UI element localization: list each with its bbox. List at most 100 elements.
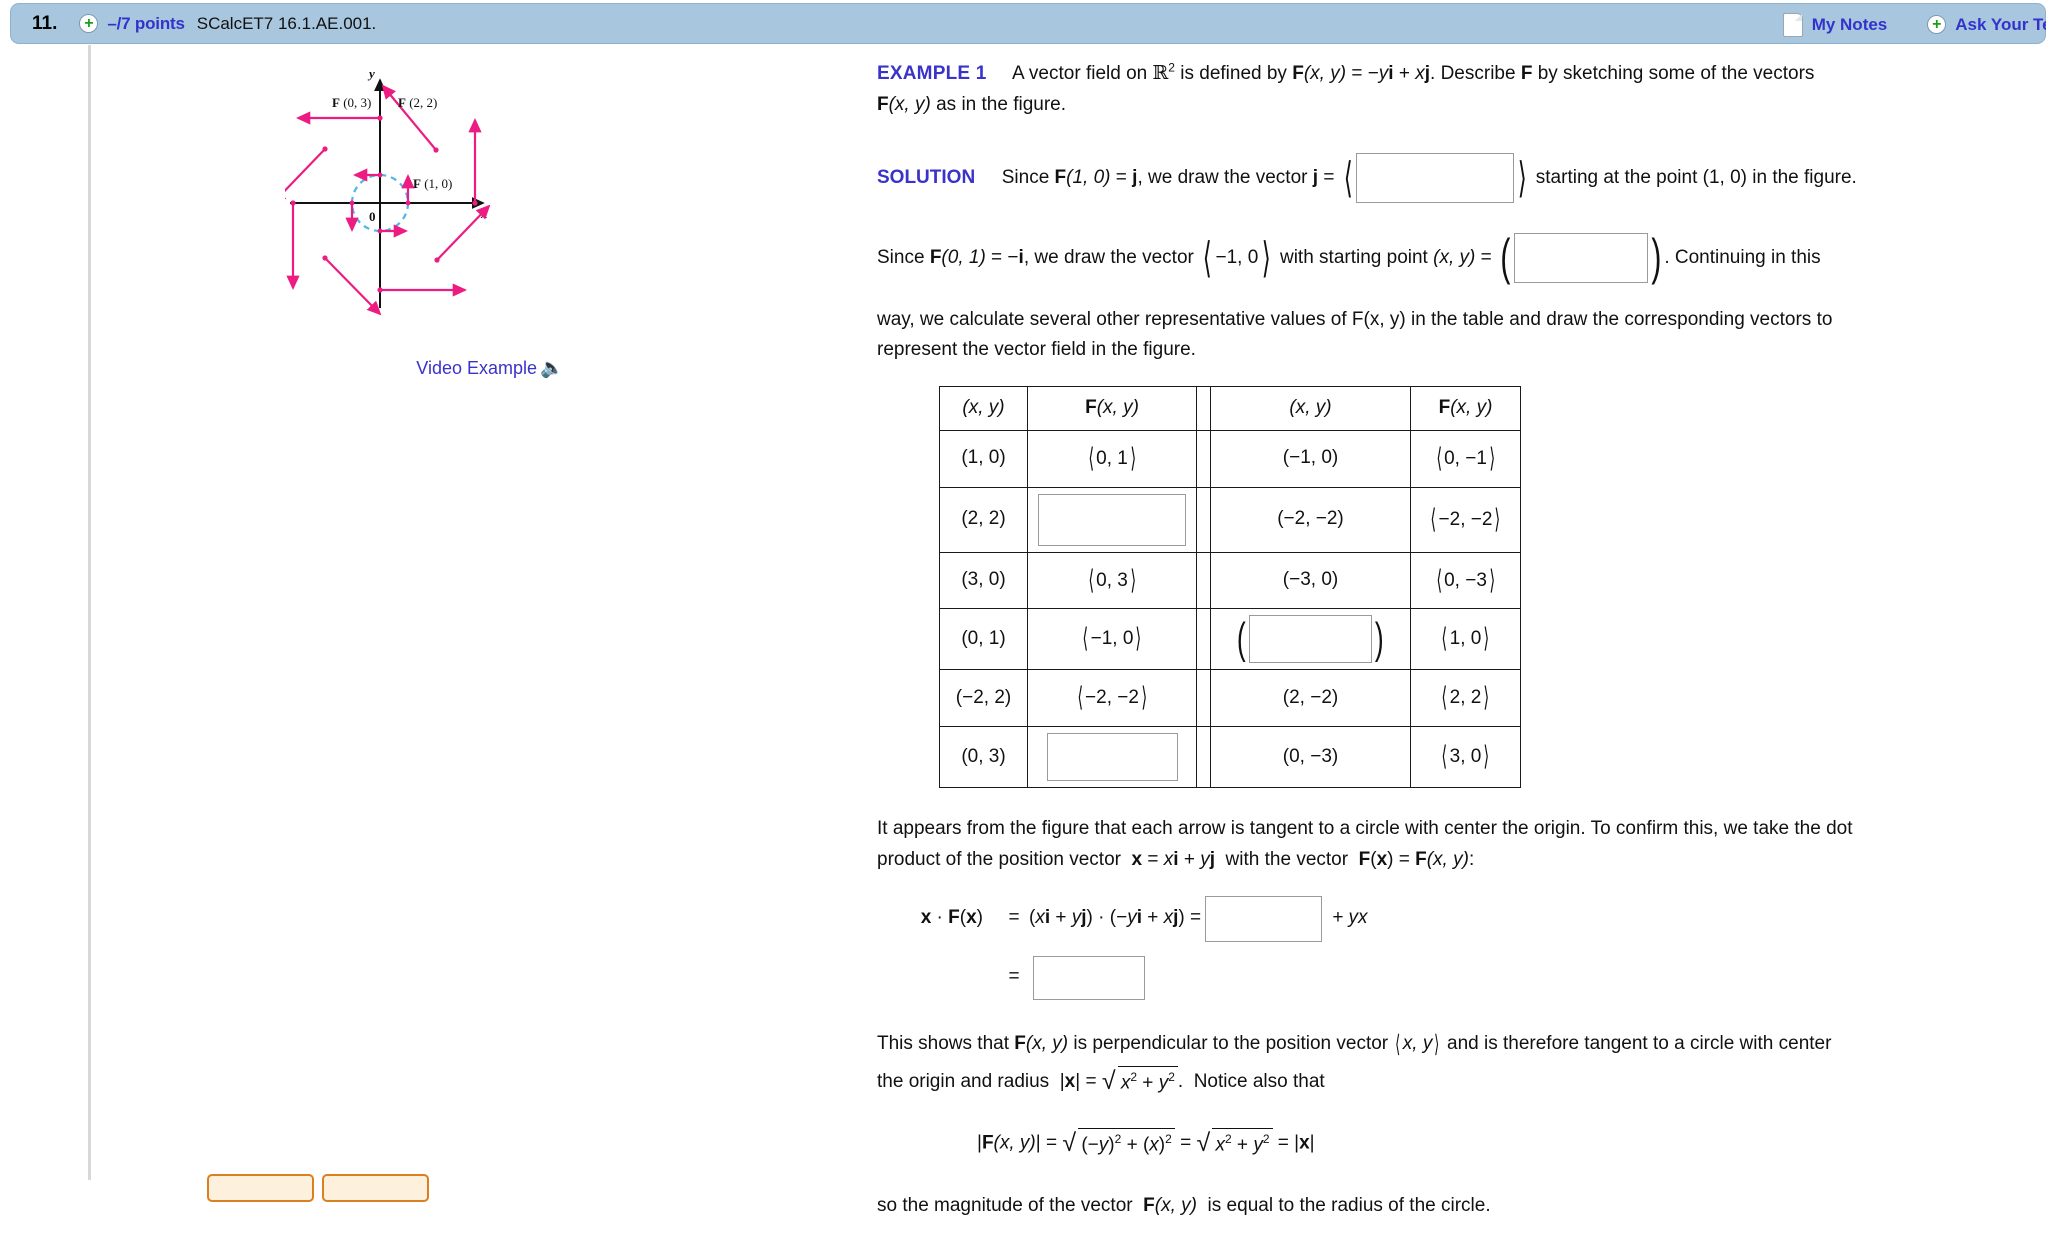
- right-angle-bracket: ⟩: [1518, 162, 1527, 194]
- points-label: –/7 points: [107, 14, 184, 34]
- point-dot: [472, 200, 477, 205]
- cell-xy2: (2, −2): [1211, 670, 1411, 727]
- video-example-link[interactable]: Video Example 🔈: [285, 358, 695, 379]
- cell-xy1: (1, 0): [940, 430, 1028, 487]
- eq1-lead: x · F(x): [877, 903, 999, 934]
- label-F-2-2: F (2, 2): [398, 95, 437, 110]
- header-f-2: F(x, y): [1411, 387, 1521, 431]
- question-header-bar: 11. + –/7 points SCalcET7 16.1.AE.001. M…: [10, 3, 2046, 44]
- solution-text-c: we draw the vector: [1143, 167, 1313, 188]
- right-angle-bracket: ⟩: [1262, 242, 1271, 274]
- solution-paragraph-2: Since F(0, 1) = −i, we draw the vector ⟨…: [877, 233, 2037, 283]
- cell-xy2: (−3, 0): [1211, 552, 1411, 609]
- cell-f1: ⟨−2, −2⟩: [1028, 670, 1197, 727]
- answer-input-j-vector[interactable]: [1356, 153, 1514, 203]
- ask-your-teacher-link[interactable]: Ask Your Teacher: [1955, 15, 2046, 35]
- cell-f1: ⟨0, 3⟩: [1028, 552, 1197, 609]
- solution3-line2: represent the vector field in the figure…: [877, 339, 1196, 360]
- solution2-text-e: with starting point: [1275, 247, 1433, 268]
- example-text-b: is defined by: [1175, 63, 1292, 84]
- cell-xy1: (3, 0): [940, 552, 1028, 609]
- left-angle-bracket: ⟨: [1396, 1026, 1401, 1065]
- cell-f2: ⟨3, 0⟩: [1411, 727, 1521, 788]
- point-dot: [433, 147, 438, 152]
- sqrt-neg-y-squared: (−y)2 + (x)2: [1062, 1126, 1174, 1161]
- conclusion-paragraph-3: so the magnitude of the vector F(x, y) i…: [877, 1191, 2037, 1222]
- answer-input-F-0-3[interactable]: [1047, 733, 1178, 781]
- cell-f1-input: [1028, 727, 1197, 788]
- conclusion2-a: This shows that: [877, 1033, 1014, 1054]
- example-paragraph: EXAMPLE 1 A vector field on ℝ2 is define…: [877, 58, 2037, 121]
- question-number: 11.: [32, 13, 57, 35]
- point-dot: [290, 200, 295, 205]
- answer-input-dot-product[interactable]: [1205, 896, 1322, 942]
- footer-button-left[interactable]: [207, 1174, 314, 1202]
- video-example-label: Video Example: [416, 358, 537, 379]
- table-gap-cell: [1197, 487, 1211, 552]
- cell-xy2: (−1, 0): [1211, 430, 1411, 487]
- header-xy-1: (x, y): [940, 387, 1028, 431]
- speaker-icon[interactable]: 🔈: [540, 359, 564, 378]
- y-axis-label: y: [367, 66, 375, 81]
- ask-teacher-plus-icon[interactable]: +: [1927, 15, 1946, 34]
- label-F-0-3: F (0, 3): [332, 95, 371, 110]
- cell-f1-input: [1028, 487, 1197, 552]
- table-body: (x, y) F(x, y) (x, y) F(x, y) (1, 0) ⟨0,…: [940, 387, 1521, 788]
- header-f-1: F(x, y): [1028, 387, 1197, 431]
- field-definition: F: [1292, 63, 1304, 84]
- table-row: (3, 0) ⟨0, 3⟩ (−3, 0) ⟨0, −3⟩: [940, 552, 1521, 609]
- point-dot: [350, 201, 355, 206]
- left-angle-bracket: ⟨: [1343, 162, 1352, 194]
- cell-xy2: (−2, −2): [1211, 487, 1411, 552]
- table-gap-cell: [1197, 670, 1211, 727]
- solution2-text-g: . Continuing in this: [1664, 247, 1820, 268]
- right-paren: ): [1375, 624, 1384, 655]
- example-text-a: A vector field on: [1012, 63, 1152, 84]
- cell-xy1: (0, 3): [940, 727, 1028, 788]
- conclusion-line2: product of the position vector x = xi + …: [877, 849, 1474, 870]
- origin-label: 0: [369, 209, 376, 224]
- cell-f2: ⟨0, −1⟩: [1411, 430, 1521, 487]
- cell-xy1: (2, 2): [940, 487, 1028, 552]
- plus-circle-icon[interactable]: +: [79, 14, 98, 33]
- field-letter-F: F: [1521, 63, 1533, 84]
- table-gap-cell: [1197, 552, 1211, 609]
- left-angle-bracket: ⟨: [1203, 242, 1212, 274]
- cell-f1: ⟨−1, 0⟩: [1028, 609, 1197, 670]
- solution2-text-a: Since: [877, 247, 930, 268]
- table-gap-cell: [1197, 727, 1211, 788]
- table-row: (0, 3) (0, −3) ⟨3, 0⟩: [940, 727, 1521, 788]
- solution3-line1: way, we calculate several other represen…: [877, 309, 1832, 330]
- footer-button-row: [207, 1174, 429, 1202]
- answer-input-starting-point[interactable]: [1514, 233, 1648, 283]
- sqrt-x2-plus-y2: x2 + y2: [1102, 1064, 1178, 1099]
- point-dot: [378, 173, 383, 178]
- footer-button-right[interactable]: [322, 1174, 429, 1202]
- conclusion2-c: is perpendicular to the position vector: [1068, 1033, 1393, 1054]
- conclusion-paragraph-2: This shows that F(x, y) is perpendicular…: [877, 1026, 2037, 1100]
- example-text-d: by sketching some of the vectors: [1532, 63, 1814, 84]
- solution-paragraph-3: way, we calculate several other represen…: [877, 305, 2037, 367]
- note-page-icon[interactable]: [1783, 13, 1803, 37]
- point-dot: [378, 229, 383, 234]
- question-code: SCalcET7 16.1.AE.001.: [197, 14, 377, 34]
- vector-neg1-0-value: −1, 0: [1216, 247, 1259, 268]
- magnitude-equation: |F(x, y)| = (−y)2 + (x)2 = x2 + y2 = |x|: [977, 1126, 2037, 1161]
- solution-text-f: starting at the point (1, 0) in the figu…: [1536, 167, 1857, 188]
- real-numbers-symbol: ℝ: [1152, 62, 1168, 84]
- vector-at-neg2-neg2: [325, 258, 380, 314]
- xy-vector: x, y: [1403, 1033, 1433, 1054]
- cell-xy2-input: (): [1211, 609, 1411, 670]
- sqrt-x2-y2: x2 + y2: [1196, 1126, 1272, 1161]
- solution-label: SOLUTION: [877, 167, 975, 188]
- left-paren: (: [1237, 624, 1246, 655]
- right-angle-bracket: ⟩: [1434, 1026, 1439, 1065]
- answer-input-xy-row4[interactable]: [1249, 615, 1372, 663]
- table-row: (1, 0) ⟨0, 1⟩ (−1, 0) ⟨0, −1⟩: [940, 430, 1521, 487]
- cell-f2: ⟨2, 2⟩: [1411, 670, 1521, 727]
- table-gap-cell: [1197, 430, 1211, 487]
- answer-input-F-2-2[interactable]: [1038, 494, 1186, 546]
- my-notes-link[interactable]: My Notes: [1812, 15, 1888, 35]
- eq1-middle: (xi + yj) · (−yi + xj) =: [1029, 903, 1201, 934]
- answer-input-simplified[interactable]: [1033, 956, 1145, 1000]
